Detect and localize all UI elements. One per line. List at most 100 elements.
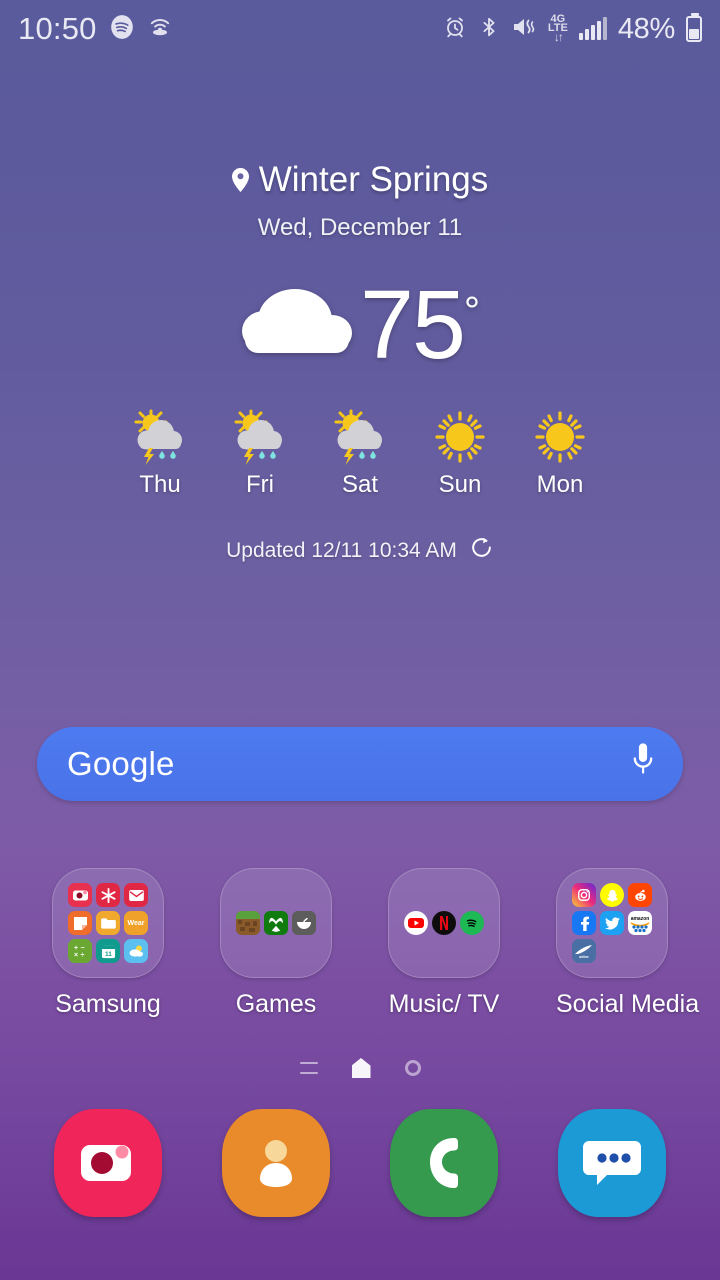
svg-text:airline: airline (579, 955, 589, 959)
dock-item-camera[interactable] (52, 1108, 164, 1218)
forecast-day-label: Sun (438, 471, 482, 498)
svg-text:−: − (81, 945, 85, 952)
app-icon-minecraft (236, 911, 260, 935)
weather-updated-row: Updated 12/11 10:34 AM (0, 535, 720, 566)
phone-icon[interactable] (390, 1109, 498, 1217)
folder-preview-grid[interactable]: amazon airline (556, 868, 668, 978)
folder-samsung[interactable]: Wear + − × ÷ 11 Samsung (52, 868, 164, 1019)
folder-preview-grid[interactable]: Wear + − × ÷ 11 (52, 868, 164, 978)
app-icon-youtube (404, 911, 428, 935)
app-icon-email (124, 883, 148, 907)
app-icon-amazon: amazon (628, 911, 652, 935)
app-icon-facebook (572, 911, 596, 935)
refresh-icon[interactable] (469, 535, 494, 566)
spotify-icon (109, 14, 135, 45)
app-icon-airline: airline (572, 939, 596, 963)
home-page-icon[interactable] (351, 1058, 371, 1078)
app-icon-twitter (600, 911, 624, 935)
battery-icon (686, 13, 702, 42)
battery-percent: 48% (617, 12, 675, 45)
google-search-label: Google (67, 745, 175, 782)
app-icon-notes (68, 911, 92, 935)
weather-widget[interactable]: Winter Springs Wed, December 11 75° Thu … (0, 160, 720, 566)
status-bar[interactable]: 10:50 4G LTE ↓↑ 48% (0, 0, 720, 58)
forecast-day-label: Mon (536, 471, 584, 498)
app-icon-weather (124, 939, 148, 963)
sun-cloud-thunder-rain-icon (225, 407, 295, 469)
weather-date: Wed, December 11 (257, 214, 463, 241)
forecast-day[interactable]: Sun (425, 407, 495, 499)
folder-music-tv[interactable]: Music/ TV (388, 868, 500, 1019)
camera-icon[interactable] (54, 1109, 162, 1217)
weather-location-row[interactable]: Winter Springs (0, 160, 720, 200)
forecast-row: Thu Fri Sat Sun Mon (0, 407, 720, 499)
status-bar-left: 10:50 (18, 11, 173, 47)
forecast-day-label: Fri (246, 471, 274, 498)
sun-cloud-thunder-rain-icon (325, 407, 395, 469)
sun-icon (425, 407, 495, 469)
svg-text:÷: ÷ (81, 952, 85, 958)
weather-location-name: Winter Springs (258, 160, 489, 199)
google-search-bar[interactable]: Google (37, 727, 683, 801)
app-icon-reddit (628, 883, 652, 907)
lte-arrows-icon: ↓↑ (553, 30, 564, 45)
forecast-day[interactable]: Mon (525, 407, 595, 499)
folder-preview-grid[interactable] (388, 868, 500, 978)
forecast-day-label: Thu (139, 471, 181, 498)
app-icon-game (292, 911, 316, 935)
degree-symbol: ° (463, 289, 480, 334)
app-icon-calendar: 11 (96, 939, 120, 963)
hotspot-icon (147, 14, 173, 45)
app-icon-wear: Wear (124, 911, 148, 935)
dock-item-phone[interactable] (388, 1108, 500, 1218)
svg-text:amazon: amazon (631, 916, 650, 922)
dock (0, 1108, 720, 1218)
current-temperature: 75° (360, 276, 480, 373)
forecast-day-label: Sat (341, 471, 379, 498)
weather-updated-text: Updated 12/11 10:34 AM (226, 538, 457, 562)
folder-games[interactable]: Games (220, 868, 332, 1019)
vibrate-icon (511, 15, 537, 44)
signal-bars-icon (578, 17, 607, 40)
forecast-day[interactable]: Fri (225, 407, 295, 499)
app-icon-calculator: + − × ÷ (68, 939, 92, 963)
status-bar-right: 4G LTE ↓↑ 48% (443, 13, 702, 46)
app-icon-snapchat (600, 883, 624, 907)
microphone-icon[interactable] (629, 742, 657, 787)
app-icon-camera (68, 883, 92, 907)
current-conditions: 75° (0, 276, 720, 373)
location-pin-icon (231, 168, 249, 192)
folder-social-media[interactable]: amazon airline Social Media (556, 868, 700, 1019)
folder-row: Wear + − × ÷ 11 Samsung Games Music/ TV … (0, 868, 720, 1019)
app-icon-xbox (264, 911, 288, 935)
folder-label: Samsung (55, 990, 161, 1018)
sun-icon (525, 407, 595, 469)
sun-cloud-thunder-rain-icon (125, 407, 195, 469)
temperature-value: 75 (360, 270, 466, 379)
folder-label: Social Media (556, 990, 700, 1018)
app-icon-smartthings (96, 883, 120, 907)
forecast-day[interactable]: Sat (325, 407, 395, 499)
app-icon-spotify (460, 911, 484, 935)
folder-preview-grid[interactable] (220, 868, 332, 978)
status-clock: 10:50 (18, 11, 97, 46)
alarm-icon (443, 15, 467, 44)
svg-text:+: + (74, 945, 78, 952)
app-icon-netflix (432, 911, 456, 935)
dock-item-contacts[interactable] (220, 1108, 332, 1218)
messages-icon[interactable] (558, 1109, 666, 1217)
contacts-icon[interactable] (222, 1109, 330, 1217)
lte-icon: 4G LTE ↓↑ (548, 14, 568, 45)
menu-lines-icon[interactable] (299, 1062, 318, 1074)
page-indicator (0, 1058, 720, 1078)
forecast-day[interactable]: Thu (125, 407, 195, 499)
svg-text:11: 11 (105, 951, 112, 958)
page-circle-icon[interactable] (404, 1060, 421, 1076)
cloudy-icon (242, 288, 353, 361)
folder-label: Music/ TV (388, 990, 500, 1018)
bluetooth-icon (478, 15, 500, 44)
app-icon-instagram (572, 883, 596, 907)
svg-text:×: × (74, 952, 78, 958)
app-icon-my-files (96, 911, 120, 935)
dock-item-messages[interactable] (556, 1108, 668, 1218)
